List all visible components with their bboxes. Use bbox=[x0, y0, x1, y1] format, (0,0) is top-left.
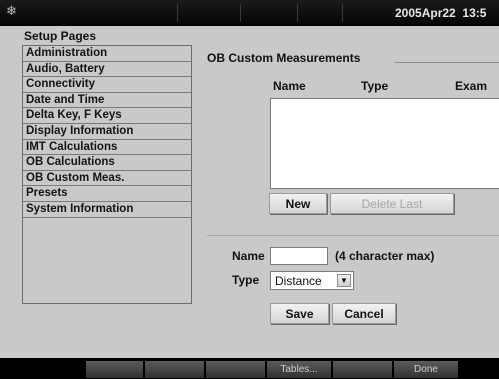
setup-page-item[interactable]: Administration bbox=[23, 46, 191, 62]
group-divider bbox=[395, 62, 499, 63]
delete-last-button[interactable]: Delete Last bbox=[330, 193, 454, 214]
type-label: Type bbox=[232, 273, 260, 287]
new-button[interactable]: New bbox=[269, 193, 327, 214]
section-divider bbox=[207, 235, 499, 236]
app-logo-icon: ❄ bbox=[6, 3, 17, 18]
status-bar: ❄ 2005Apr22 13:5 bbox=[0, 0, 499, 26]
status-datetime: 2005Apr22 13:5 bbox=[395, 6, 486, 20]
setup-page-item[interactable]: Display Information bbox=[23, 124, 191, 140]
status-date: 2005Apr22 bbox=[395, 6, 456, 20]
setup-pages-list: Administration Audio, Battery Connectivity… bbox=[22, 45, 192, 304]
softkey-5[interactable] bbox=[333, 361, 392, 378]
status-bar-divider bbox=[240, 4, 241, 22]
setup-page-item[interactable]: IMT Calculations bbox=[23, 140, 191, 156]
dropdown-arrow-icon[interactable]: ▼ bbox=[337, 274, 351, 287]
setup-panel: Setup Pages Administration Audio, Battery… bbox=[0, 26, 499, 358]
setup-page-item[interactable]: OB Custom Meas. bbox=[23, 171, 191, 187]
softkey-3[interactable] bbox=[206, 361, 265, 378]
cancel-button[interactable]: Cancel bbox=[332, 303, 396, 324]
softkey-bar: Tables... Done bbox=[0, 358, 499, 379]
status-time: 13:5 bbox=[462, 6, 487, 20]
setup-page-item[interactable]: Audio, Battery bbox=[23, 62, 191, 78]
type-dropdown-value: Distance bbox=[275, 274, 322, 288]
type-dropdown[interactable]: Distance ▼ bbox=[270, 271, 354, 290]
column-header-name: Name bbox=[273, 79, 306, 93]
status-bar-divider bbox=[177, 4, 178, 22]
save-button[interactable]: Save bbox=[270, 303, 329, 324]
setup-page-item[interactable]: OB Calculations bbox=[23, 155, 191, 171]
done-softkey[interactable]: Done bbox=[394, 361, 458, 378]
column-header-type: Type bbox=[361, 79, 389, 93]
name-hint: (4 character max) bbox=[335, 249, 435, 263]
setup-page-item[interactable]: Date and Time bbox=[23, 93, 191, 109]
setup-page-item[interactable]: Connectivity bbox=[23, 77, 191, 93]
softkey-2[interactable] bbox=[145, 361, 204, 378]
ob-custom-title: OB Custom Measurements bbox=[207, 51, 361, 65]
setup-page-item[interactable]: Presets bbox=[23, 186, 191, 202]
name-label: Name bbox=[232, 249, 265, 263]
status-bar-divider bbox=[297, 4, 298, 22]
setup-pages-title: Setup Pages bbox=[24, 29, 97, 43]
setup-page-item[interactable]: System Information bbox=[23, 202, 191, 218]
column-header-exam: Exam bbox=[455, 79, 488, 93]
name-input[interactable] bbox=[270, 247, 328, 265]
setup-page-item[interactable]: Delta Key, F Keys bbox=[23, 108, 191, 124]
status-bar-divider bbox=[342, 4, 343, 22]
measurements-list[interactable] bbox=[270, 98, 499, 189]
softkey-1[interactable] bbox=[86, 361, 143, 378]
tables-softkey[interactable]: Tables... bbox=[267, 361, 331, 378]
